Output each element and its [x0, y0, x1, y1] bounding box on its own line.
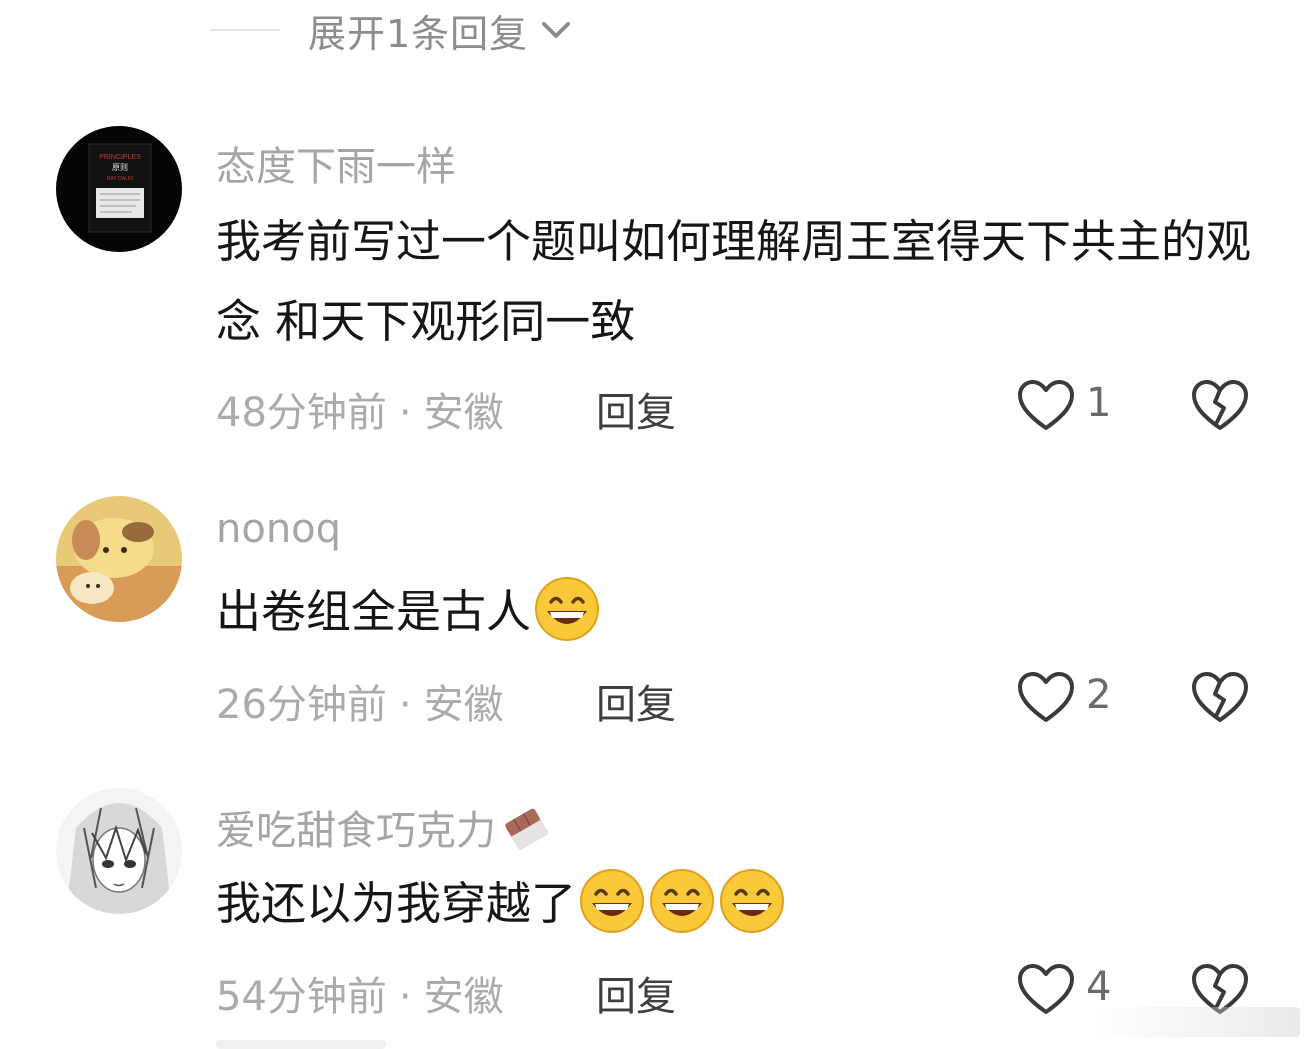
broken-heart-icon[interactable] — [1190, 378, 1250, 434]
reply-button[interactable]: 回复 — [596, 672, 676, 730]
comment-location: 安徽 — [423, 682, 504, 728]
broken-heart-icon[interactable] — [1190, 670, 1250, 726]
watermark — [1090, 1007, 1300, 1037]
comment-text: 我考前写过一个题叫如何理解周王室得天下共主的观念 和天下观形同一致 — [216, 215, 1252, 348]
divider-line — [210, 29, 280, 31]
like-count: 2 — [1086, 672, 1112, 718]
meta-separator: · — [398, 974, 412, 1020]
comment-time: 48分钟前 — [216, 390, 387, 436]
heart-icon[interactable] — [1016, 670, 1076, 726]
username[interactable]: nonoq — [216, 506, 341, 552]
reply-button[interactable]: 回复 — [596, 380, 676, 438]
avatar[interactable] — [56, 496, 182, 622]
heart-icon[interactable] — [1016, 962, 1076, 1018]
comment-meta: 48分钟前 · 安徽 — [216, 380, 504, 438]
meta-separator: · — [398, 390, 412, 436]
like-count: 1 — [1086, 380, 1112, 426]
expand-replies-label: 展开1条回复 — [308, 11, 529, 56]
heart-icon[interactable] — [1016, 378, 1076, 434]
comment-time: 26分钟前 — [216, 682, 387, 728]
book-cover-avatar-image: PRINCIPLES 原则 RAY DALIO — [56, 126, 182, 252]
avatar[interactable]: PRINCIPLES 原则 RAY DALIO — [56, 126, 182, 252]
username[interactable]: 态度下雨一样 — [216, 134, 456, 192]
comment-text-content: 出卷组全是古人 — [216, 585, 532, 638]
expand-replies-button[interactable]: 展开1条回复 — [210, 4, 576, 56]
next-comment-peek — [216, 1040, 386, 1049]
comment-time: 54分钟前 — [216, 974, 387, 1020]
comment-text-content: 我还以为我穿越了 — [216, 877, 577, 930]
chocolate-bar-emoji — [505, 808, 548, 850]
comment-meta: 54分钟前 · 安徽 — [216, 964, 504, 1022]
meta-separator: · — [398, 682, 412, 728]
reply-button[interactable]: 回复 — [596, 964, 676, 1022]
anime-girl-avatar-image — [56, 788, 182, 914]
plush-toy-avatar-image — [56, 496, 182, 622]
book-author: RAY DALIO — [107, 176, 133, 182]
grinning-face-emoji — [580, 869, 645, 933]
grinning-face-emoji — [720, 869, 785, 933]
username-text: 爱吃甜食巧克力 — [216, 808, 496, 854]
grinning-face-emoji — [535, 577, 600, 641]
comment-text: 我还以为我穿越了 — [216, 864, 1276, 944]
comment-meta: 26分钟前 · 安徽 — [216, 672, 504, 730]
avatar[interactable] — [56, 788, 182, 914]
book-subtitle: 原则 — [112, 162, 128, 172]
username[interactable]: 爱吃甜食巧克力 — [216, 798, 552, 856]
comment-location: 安徽 — [423, 390, 504, 436]
like-count: 4 — [1086, 964, 1112, 1010]
comment-text: 出卷组全是古人 — [216, 572, 1276, 652]
chevron-down-icon — [542, 22, 571, 38]
grinning-face-emoji — [650, 869, 715, 933]
comment-location: 安徽 — [423, 974, 504, 1020]
book-title: PRINCIPLES — [99, 154, 141, 161]
